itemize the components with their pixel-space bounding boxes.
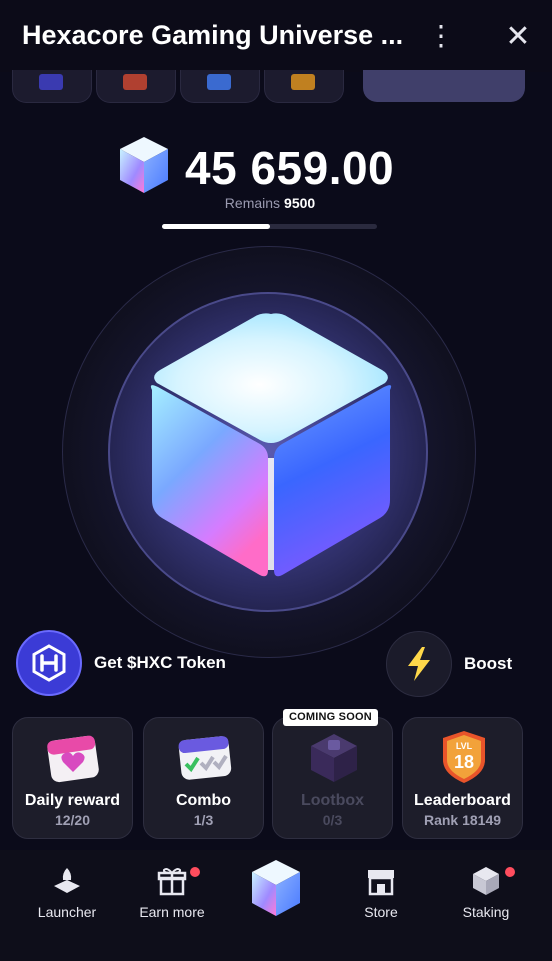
daily-reward-card[interactable]: Daily reward 12/20 xyxy=(12,717,133,839)
card-title: Combo xyxy=(175,792,232,809)
tab-active[interactable] xyxy=(363,70,525,102)
get-token-label: Get $HXC Token xyxy=(94,653,226,672)
tap-cube-icon[interactable] xyxy=(142,308,400,584)
card-sub: 12/20 xyxy=(54,812,91,828)
launcher-icon xyxy=(54,868,80,893)
tab-4[interactable] xyxy=(264,70,344,103)
get-token-button[interactable]: Get $HXC Token xyxy=(16,630,226,696)
card-title: Daily reward xyxy=(24,792,121,809)
tab-3[interactable] xyxy=(180,70,260,103)
coming-soon-badge: COMING SOON xyxy=(283,709,378,726)
energy-progress-fill xyxy=(162,224,270,229)
nav-label: Staking xyxy=(462,904,510,920)
lightning-icon xyxy=(386,631,452,697)
feature-cards: Daily reward 12/20 Combo 1/3 Lootbox 0/3… xyxy=(12,717,532,841)
nav-label: Launcher xyxy=(37,904,97,920)
card-sub: 1/3 xyxy=(193,812,214,828)
nav-tap-cube[interactable] xyxy=(248,858,304,918)
store-icon xyxy=(368,870,394,896)
lootbox-icon xyxy=(311,734,357,782)
tab-1[interactable] xyxy=(12,70,92,103)
lootbox-card: Lootbox 0/3 xyxy=(272,717,393,839)
nav-label: Earn more xyxy=(139,904,205,920)
card-title: Lootbox xyxy=(300,792,365,809)
nav-store[interactable]: Store xyxy=(336,864,426,920)
cube-home-icon xyxy=(252,860,300,916)
level-badge-icon: LVL 18 xyxy=(443,731,485,783)
more-options-icon[interactable]: ⋮ xyxy=(423,18,459,54)
energy-progress-bar xyxy=(162,224,377,229)
boost-button[interactable]: Boost xyxy=(386,631,512,697)
remains-text: Remains 9500 xyxy=(0,195,540,211)
nav-earn-more[interactable]: Earn more xyxy=(127,864,217,920)
calendar-heart-icon xyxy=(47,735,99,783)
svg-text:LVL: LVL xyxy=(456,741,473,751)
app-title: Hexacore Gaming Universe ... xyxy=(22,20,404,50)
hexacore-logo-icon xyxy=(16,630,82,696)
tab-2[interactable] xyxy=(96,70,176,103)
leaderboard-card[interactable]: LVL 18 Leaderboard Rank 18149 xyxy=(402,717,523,839)
calendar-check-icon xyxy=(178,736,232,780)
app-header: Hexacore Gaming Universe ... ⋮ ✕ xyxy=(0,0,552,72)
gift-icon xyxy=(157,868,187,896)
card-sub: Rank 18149 xyxy=(423,812,502,828)
bottom-nav: Launcher Earn more Store Staking xyxy=(0,850,552,961)
remains-value: 9500 xyxy=(284,195,316,211)
balance-value: 45 659.00 xyxy=(185,142,395,194)
nav-staking[interactable]: Staking xyxy=(441,864,531,920)
svg-text:18: 18 xyxy=(454,752,474,772)
close-icon[interactable]: ✕ xyxy=(500,18,536,54)
card-title: Leaderboard xyxy=(414,792,511,809)
boost-label: Boost xyxy=(464,654,513,673)
staking-notification-dot xyxy=(505,867,515,877)
top-tabs xyxy=(0,70,552,104)
remains-label: Remains xyxy=(224,195,281,211)
staking-cube-icon xyxy=(473,867,499,895)
combo-card[interactable]: Combo 1/3 xyxy=(143,717,264,839)
nav-launcher[interactable]: Launcher xyxy=(22,864,112,920)
tap-area[interactable] xyxy=(62,246,478,658)
nav-label: Store xyxy=(364,904,398,920)
card-sub: 0/3 xyxy=(322,812,343,828)
cube-token-icon xyxy=(120,137,168,193)
earn-more-notification-dot xyxy=(190,867,200,877)
